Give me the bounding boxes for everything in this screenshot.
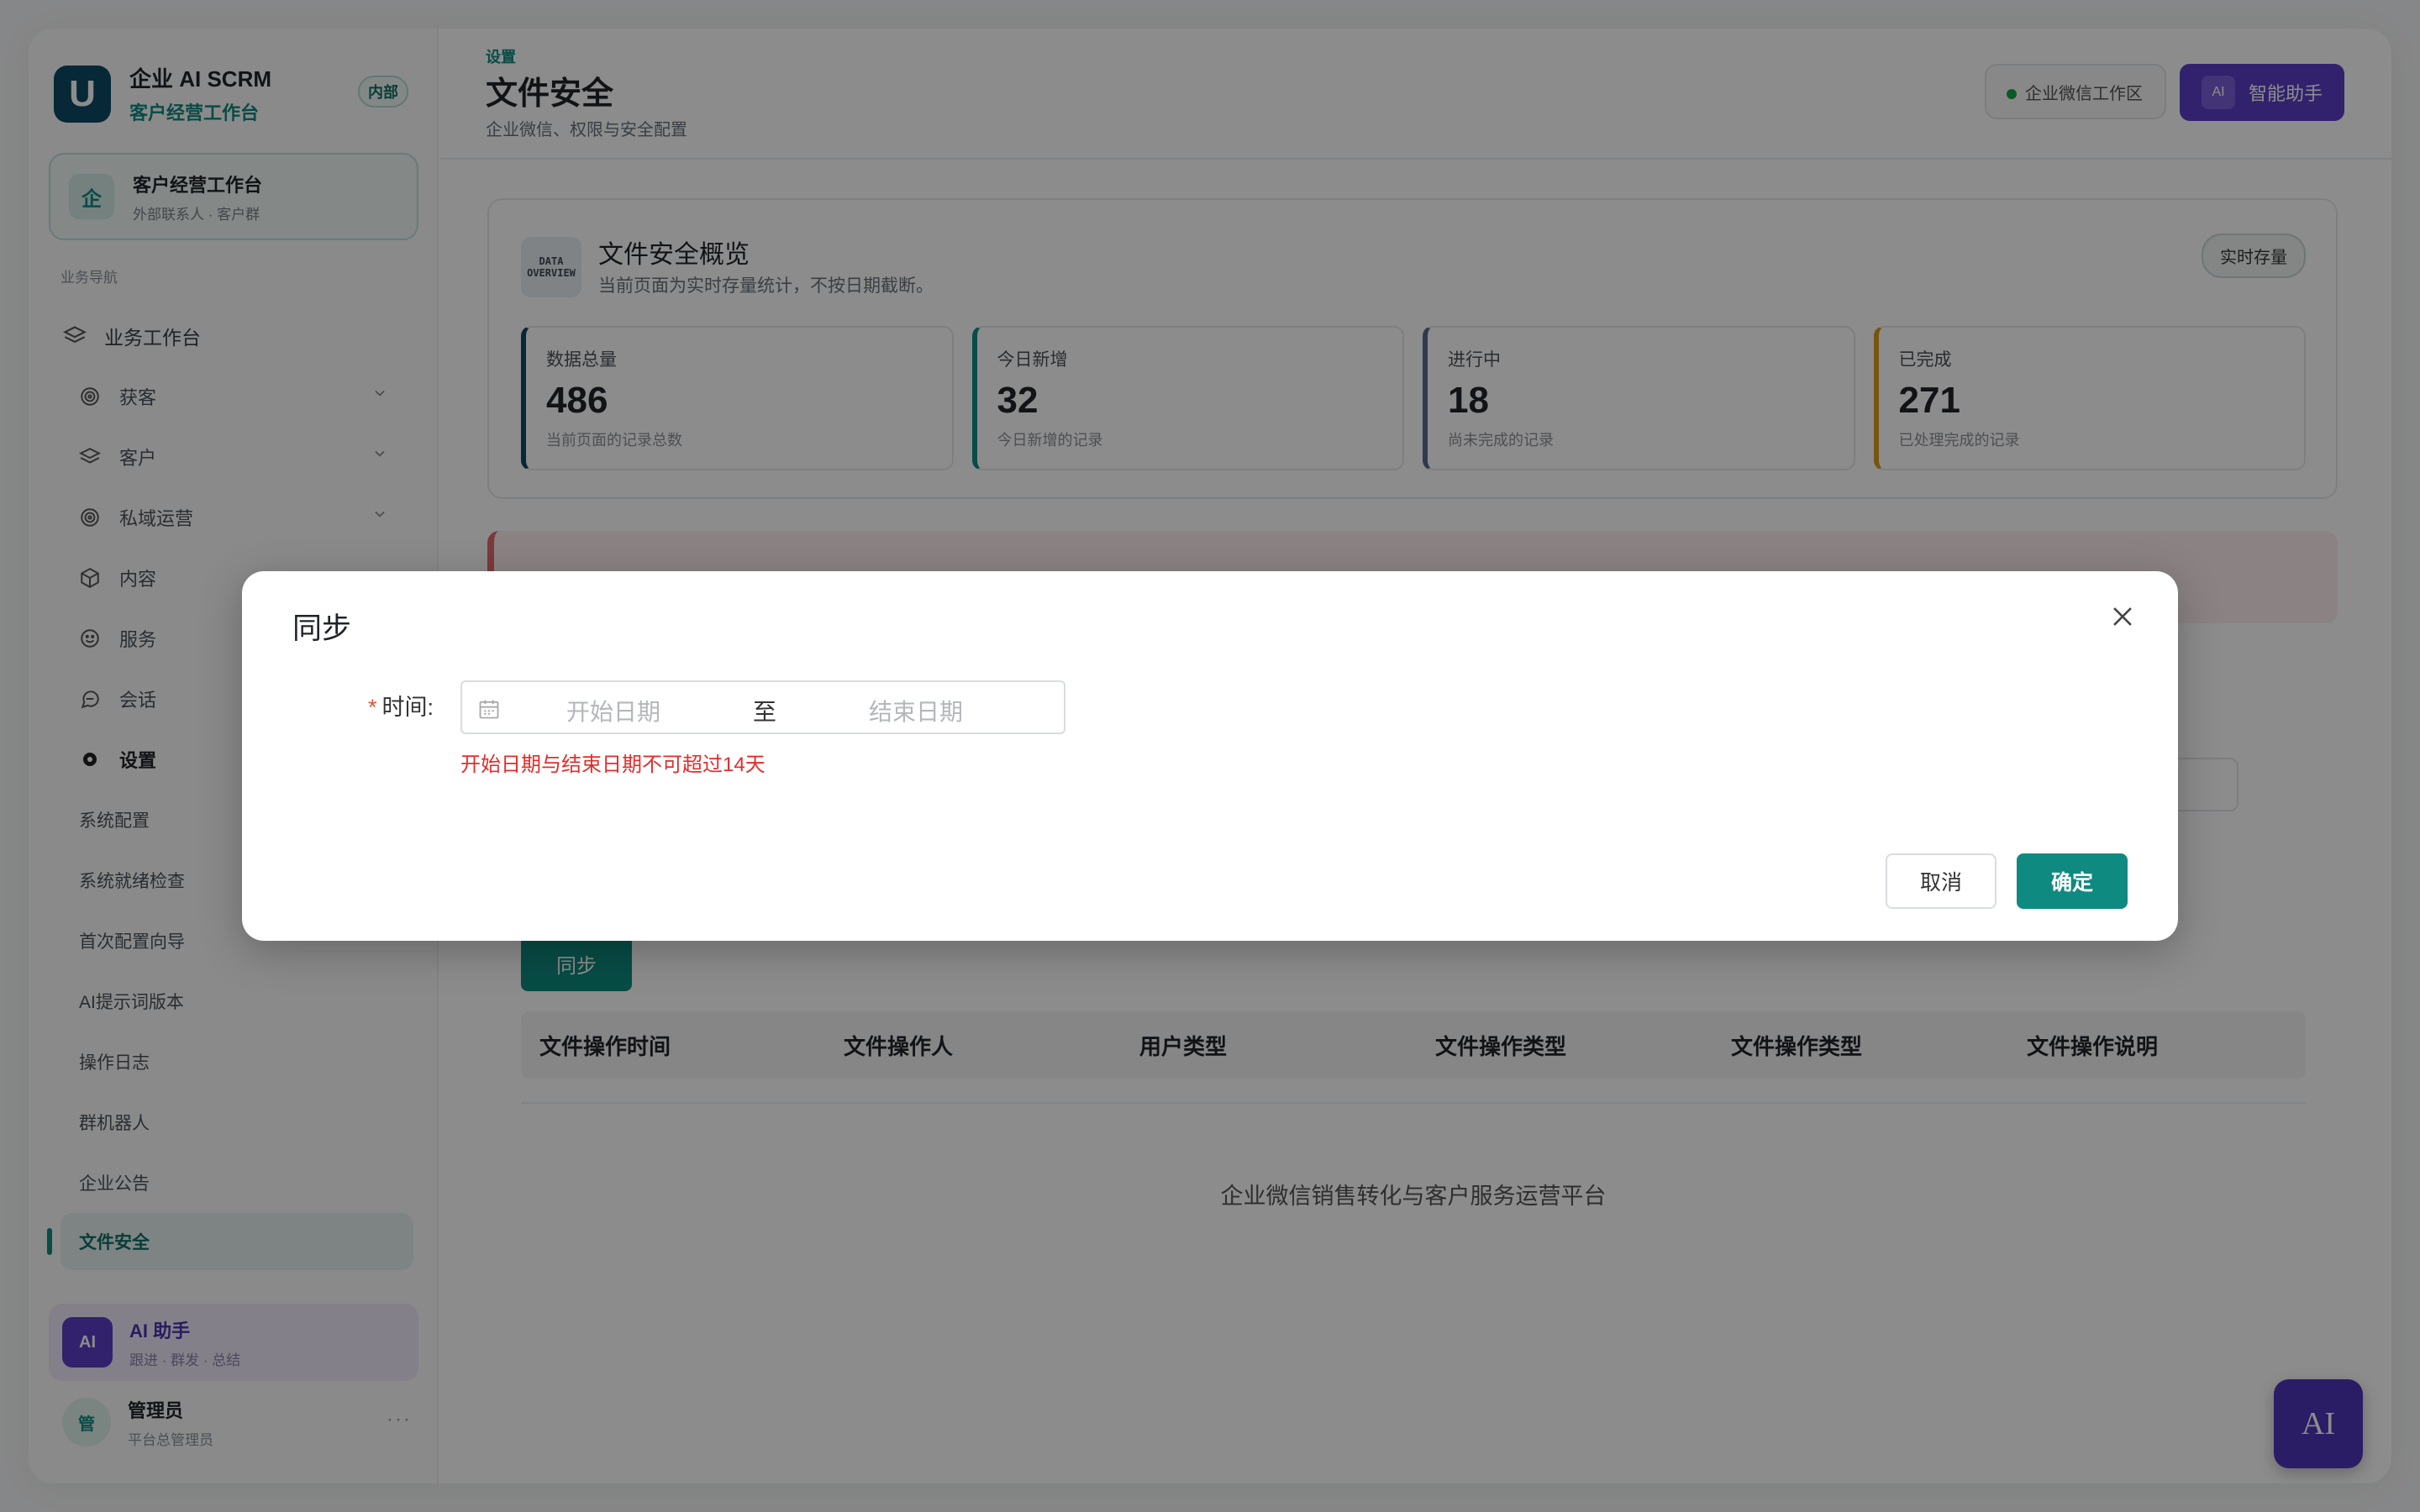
dialog-title: 同步 [292, 612, 352, 645]
cancel-button[interactable]: 取消 [1886, 853, 1996, 909]
sync-dialog: 同步 * 时间: 开始日期 至 结束日期 开始日期与结束日期不可超过14天 取消 … [242, 571, 2178, 941]
confirm-button[interactable]: 确定 [2017, 853, 2128, 909]
close-icon[interactable] [2096, 590, 2149, 643]
time-label-text: 时间: [381, 695, 434, 720]
validation-error: 开始日期与结束日期不可超过14天 [460, 753, 765, 776]
required-mark: * [368, 695, 377, 720]
calendar-icon [477, 697, 501, 719]
start-date-input[interactable]: 开始日期 [566, 694, 660, 727]
date-separator: 至 [753, 699, 777, 725]
end-date-input[interactable]: 结束日期 [869, 694, 963, 727]
date-range-picker[interactable]: 开始日期 至 结束日期 [460, 680, 1065, 734]
time-field-label: * 时间: [368, 689, 434, 722]
